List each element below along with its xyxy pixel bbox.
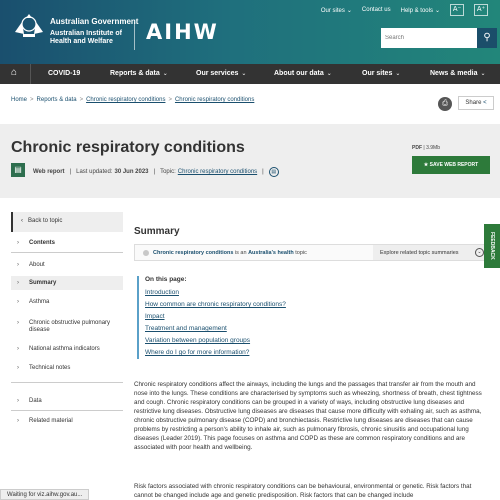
nav-news-media[interactable]: News & media ⌄ xyxy=(430,70,486,77)
top-links: Our sites ⌄ Contact us Help & tools ⌄ A⁻ A… xyxy=(321,4,488,16)
top-link-contact[interactable]: Contact us xyxy=(362,7,391,13)
chevron-right-icon: › xyxy=(17,398,19,404)
site-header: Australian Government Australian Institu… xyxy=(0,0,500,64)
on-this-page-heading: On this page: xyxy=(145,276,187,283)
topic-link[interactable]: Chronic respiratory conditions xyxy=(178,169,257,175)
breadcrumb-current[interactable]: Chronic respiratory conditions xyxy=(175,97,254,103)
breadcrumb-home[interactable]: Home xyxy=(11,97,27,103)
page-title: Chronic respiratory conditions xyxy=(11,139,245,156)
printer-icon: ⎙ xyxy=(442,100,448,107)
nav-our-sites[interactable]: Our sites ⌄ xyxy=(362,70,400,77)
topic-info-icon[interactable]: ▤ xyxy=(268,167,279,177)
section-heading: Summary xyxy=(134,226,180,237)
otp-link-treatment[interactable]: Treatment and management xyxy=(145,323,337,335)
sidebar-item-summary[interactable]: › Summary xyxy=(11,276,123,290)
breadcrumb: Home > Reports & data > Chronic respirator… xyxy=(11,97,255,103)
pdf-info: PDF | 3.9Mb xyxy=(412,145,440,151)
print-button[interactable]: ⎙ xyxy=(438,97,452,111)
chevron-down-icon: ⌄ xyxy=(395,71,401,77)
top-link-help[interactable]: Help & tools ⌄ xyxy=(401,7,440,14)
chevron-right-icon: › xyxy=(17,299,19,305)
topic-strip-area[interactable]: Australia's health xyxy=(248,250,294,256)
chevron-right-icon: › xyxy=(17,418,19,424)
chevron-down-icon: ⌄ xyxy=(326,71,332,77)
browser-status-bar: Waiting for viz.aihw.gov.au... xyxy=(0,489,90,500)
aihw-logo[interactable]: AIHW xyxy=(146,20,219,44)
increase-text-size-button[interactable]: A⁺ xyxy=(474,4,488,16)
topic-strip: Chronic respiratory conditions is an Aus… xyxy=(134,244,488,261)
chevron-down-icon: ⌄ xyxy=(162,71,168,77)
last-updated-label: Last updated: xyxy=(76,169,113,175)
decrease-text-size-button[interactable]: A⁻ xyxy=(450,4,464,16)
search-icon: ⚲ xyxy=(483,32,491,43)
last-updated-date: 30 Jun 2023 xyxy=(114,169,149,175)
top-link-our-sites[interactable]: Our sites ⌄ xyxy=(321,7,352,14)
chevron-down-icon: ⌄ xyxy=(475,248,484,257)
coat-of-arms-icon xyxy=(15,14,43,37)
share-button[interactable]: Share < xyxy=(458,96,494,110)
chevron-right-icon: › xyxy=(17,240,19,246)
government-name: Australian Government xyxy=(50,17,139,26)
topic-label: Topic: xyxy=(160,169,176,175)
save-web-report-button[interactable]: ★ SAVE WEB REPORT xyxy=(412,156,490,174)
web-report-icon: ▤ xyxy=(11,163,25,177)
chevron-down-icon: ⌄ xyxy=(480,71,486,77)
save-icon: ★ xyxy=(423,162,429,168)
otp-link-variation[interactable]: Variation between population groups xyxy=(145,335,337,347)
breadcrumb-topic[interactable]: Chronic respiratory conditions xyxy=(86,97,165,103)
on-this-page: On this page: Introduction How common ar… xyxy=(137,276,337,359)
main-nav: ⌂ COVID-19 Reports & data ⌄ Our services ⌄… xyxy=(0,64,500,84)
back-to-topic-link[interactable]: ‹ Back to topic xyxy=(11,212,123,232)
otp-link-more-info[interactable]: Where do I go for more information? xyxy=(145,347,337,359)
nav-covid[interactable]: COVID-19 xyxy=(48,70,80,77)
summary-paragraph-2: Risk factors associated with chronic res… xyxy=(134,483,472,499)
topic-dot-icon xyxy=(143,250,149,256)
search-button[interactable]: ⚲ xyxy=(477,28,497,48)
nav-our-services[interactable]: Our services ⌄ xyxy=(196,70,246,77)
chevron-down-icon: ⌄ xyxy=(434,7,440,14)
nav-reports-data[interactable]: Reports & data ⌄ xyxy=(110,70,168,77)
nav-about-our-data[interactable]: About our data ⌄ xyxy=(274,70,332,77)
share-icon: < xyxy=(483,100,487,106)
breadcrumb-reports[interactable]: Reports & data xyxy=(37,97,77,103)
feedback-tab[interactable]: FEEDBACK xyxy=(484,224,500,268)
otp-link-impact[interactable]: Impact xyxy=(145,311,337,323)
report-type: Web report xyxy=(33,169,65,175)
topic-strip-topic[interactable]: Chronic respiratory conditions xyxy=(153,250,233,256)
header-divider xyxy=(134,22,135,50)
otp-link-introduction[interactable]: Introduction xyxy=(145,287,337,299)
home-icon[interactable]: ⌂ xyxy=(11,68,17,78)
summary-paragraph-1: Chronic respiratory conditions affect th… xyxy=(134,381,482,451)
chevron-right-icon: › xyxy=(17,365,19,371)
institute-name: Australian Institute of Health and Welfa… xyxy=(50,30,122,45)
chevron-right-icon: › xyxy=(17,320,19,326)
nav-divider xyxy=(30,64,31,84)
chevron-down-icon: ⌄ xyxy=(241,71,247,77)
chevron-right-icon: › xyxy=(17,346,19,352)
chevron-right-icon: › xyxy=(17,262,19,268)
chevron-left-icon: ‹ xyxy=(21,218,23,224)
otp-link-how-common[interactable]: How common are chronic respiratory condi… xyxy=(145,299,337,311)
chevron-down-icon: ⌄ xyxy=(346,7,352,14)
explore-related-button[interactable]: Explore related topic summaries ⌄ xyxy=(373,245,488,260)
search-input[interactable] xyxy=(381,28,477,48)
chevron-right-icon: › xyxy=(17,280,19,286)
report-meta: Web report | Last updated: 30 Jun 2023 |… xyxy=(33,167,279,177)
